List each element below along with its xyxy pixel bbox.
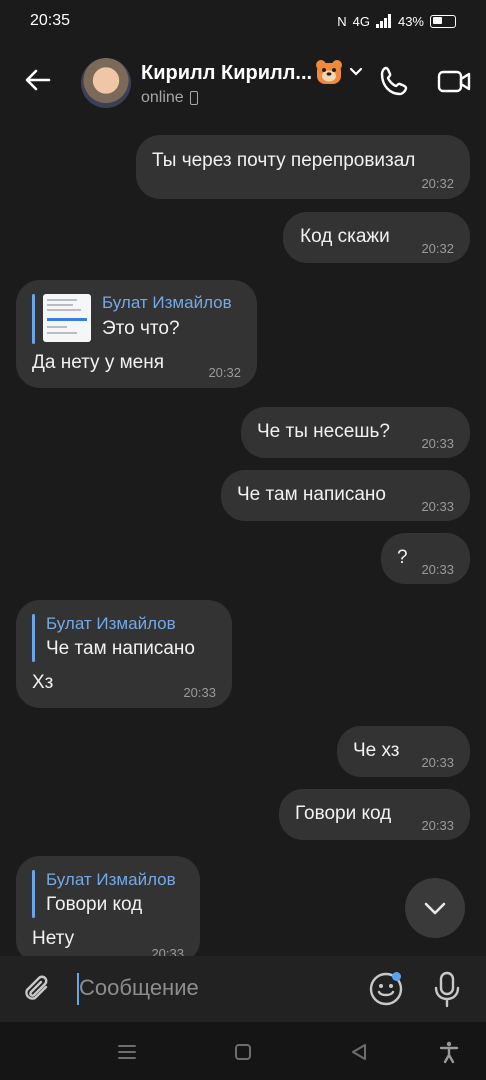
outgoing-message[interactable]: Код скажи 20:32 xyxy=(283,212,470,263)
message-text: Нету xyxy=(32,928,75,949)
message-text: Че там написано xyxy=(237,484,386,505)
message-text: Че хз xyxy=(353,740,400,761)
outgoing-message[interactable]: Ты через почту перепровизал 20:32 xyxy=(136,135,470,199)
message-text: ? xyxy=(397,547,408,568)
avatar[interactable] xyxy=(81,58,131,108)
accessibility-icon[interactable] xyxy=(437,1040,461,1064)
paperclip-icon[interactable] xyxy=(22,972,54,1006)
status-icons: N 4G 43% xyxy=(337,14,456,29)
notification-dot xyxy=(392,972,401,981)
message-time: 20:33 xyxy=(421,818,454,833)
message-text: Хз xyxy=(32,672,54,693)
microphone-icon[interactable] xyxy=(432,970,462,1008)
reply-quote-bar xyxy=(32,870,35,918)
message-time: 20:32 xyxy=(208,365,241,380)
reply-text: Говори код xyxy=(46,894,143,915)
mobile-device-icon xyxy=(189,91,198,105)
chat-header: Кирилл Кирилл... online xyxy=(0,42,486,122)
message-time: 20:33 xyxy=(421,499,454,514)
message-text: Че ты несешь? xyxy=(257,421,390,442)
outgoing-message[interactable]: Говори код 20:33 xyxy=(279,789,470,840)
presence-status: online xyxy=(141,89,198,107)
network-label: 4G xyxy=(352,13,370,29)
signal-icon xyxy=(375,14,391,28)
reply-image-thumbnail[interactable] xyxy=(43,294,91,342)
incoming-message[interactable]: Булат Измайлов Это что? Да нету у меня 2… xyxy=(16,280,257,388)
incoming-message[interactable]: Булат Измайлов Говори код Нету 20:33 xyxy=(16,856,200,956)
video-camera-icon[interactable] xyxy=(436,64,472,98)
contact-name[interactable]: Кирилл Кирилл... xyxy=(141,62,312,85)
status-time: 20:35 xyxy=(30,12,71,29)
message-input[interactable]: Сообщение xyxy=(79,975,199,1001)
phone-icon[interactable] xyxy=(378,64,412,98)
chevron-down-icon xyxy=(424,902,446,915)
outgoing-message[interactable]: ? 20:33 xyxy=(381,533,470,584)
message-time: 20:32 xyxy=(421,176,454,191)
outgoing-message[interactable]: Че там написано 20:33 xyxy=(221,470,470,521)
message-list[interactable]: Ты через почту перепровизал 20:32 Код ск… xyxy=(0,122,486,956)
outgoing-message[interactable]: Че хз 20:33 xyxy=(337,726,470,777)
incoming-message[interactable]: Булат Измайлов Че там написано Хз 20:33 xyxy=(16,600,232,708)
battery-icon xyxy=(430,14,456,28)
battery-percent: 43% xyxy=(397,13,424,29)
chevron-down-icon[interactable] xyxy=(348,64,364,80)
message-text: Ты через почту перепровизал xyxy=(152,150,416,171)
message-text: Да нету у меня xyxy=(32,352,165,373)
home-icon[interactable] xyxy=(231,1040,255,1064)
message-text: Код скажи xyxy=(300,226,390,247)
presence-text: online xyxy=(141,89,184,106)
menu-icon[interactable] xyxy=(115,1040,139,1064)
message-composer: Сообщение xyxy=(0,956,486,1022)
back-triangle-icon[interactable] xyxy=(347,1040,371,1064)
reply-author: Булат Измайлов xyxy=(102,293,232,312)
reply-author: Булат Измайлов xyxy=(46,870,176,889)
reply-author: Булат Измайлов xyxy=(46,614,176,633)
reply-quote-bar xyxy=(32,614,35,662)
message-text: Говори код xyxy=(295,803,392,824)
reply-quote-bar xyxy=(32,294,35,344)
message-time: 20:33 xyxy=(151,946,184,956)
message-time: 20:33 xyxy=(183,685,216,700)
bear-emoji-icon xyxy=(316,60,342,84)
nfc-icon: N xyxy=(337,13,347,29)
outgoing-message[interactable]: Че ты несешь? 20:33 xyxy=(241,407,470,458)
status-bar: 20:35 N 4G 43% xyxy=(0,0,486,42)
reply-text: Че там написано xyxy=(46,638,195,659)
message-time: 20:33 xyxy=(421,755,454,770)
message-time: 20:33 xyxy=(421,562,454,577)
scroll-to-bottom-button[interactable] xyxy=(405,878,465,938)
message-time: 20:33 xyxy=(421,436,454,451)
message-time: 20:32 xyxy=(421,241,454,256)
back-arrow-icon[interactable] xyxy=(22,64,54,96)
reply-text: Это что? xyxy=(102,318,180,339)
system-navigation-bar xyxy=(0,1022,486,1080)
